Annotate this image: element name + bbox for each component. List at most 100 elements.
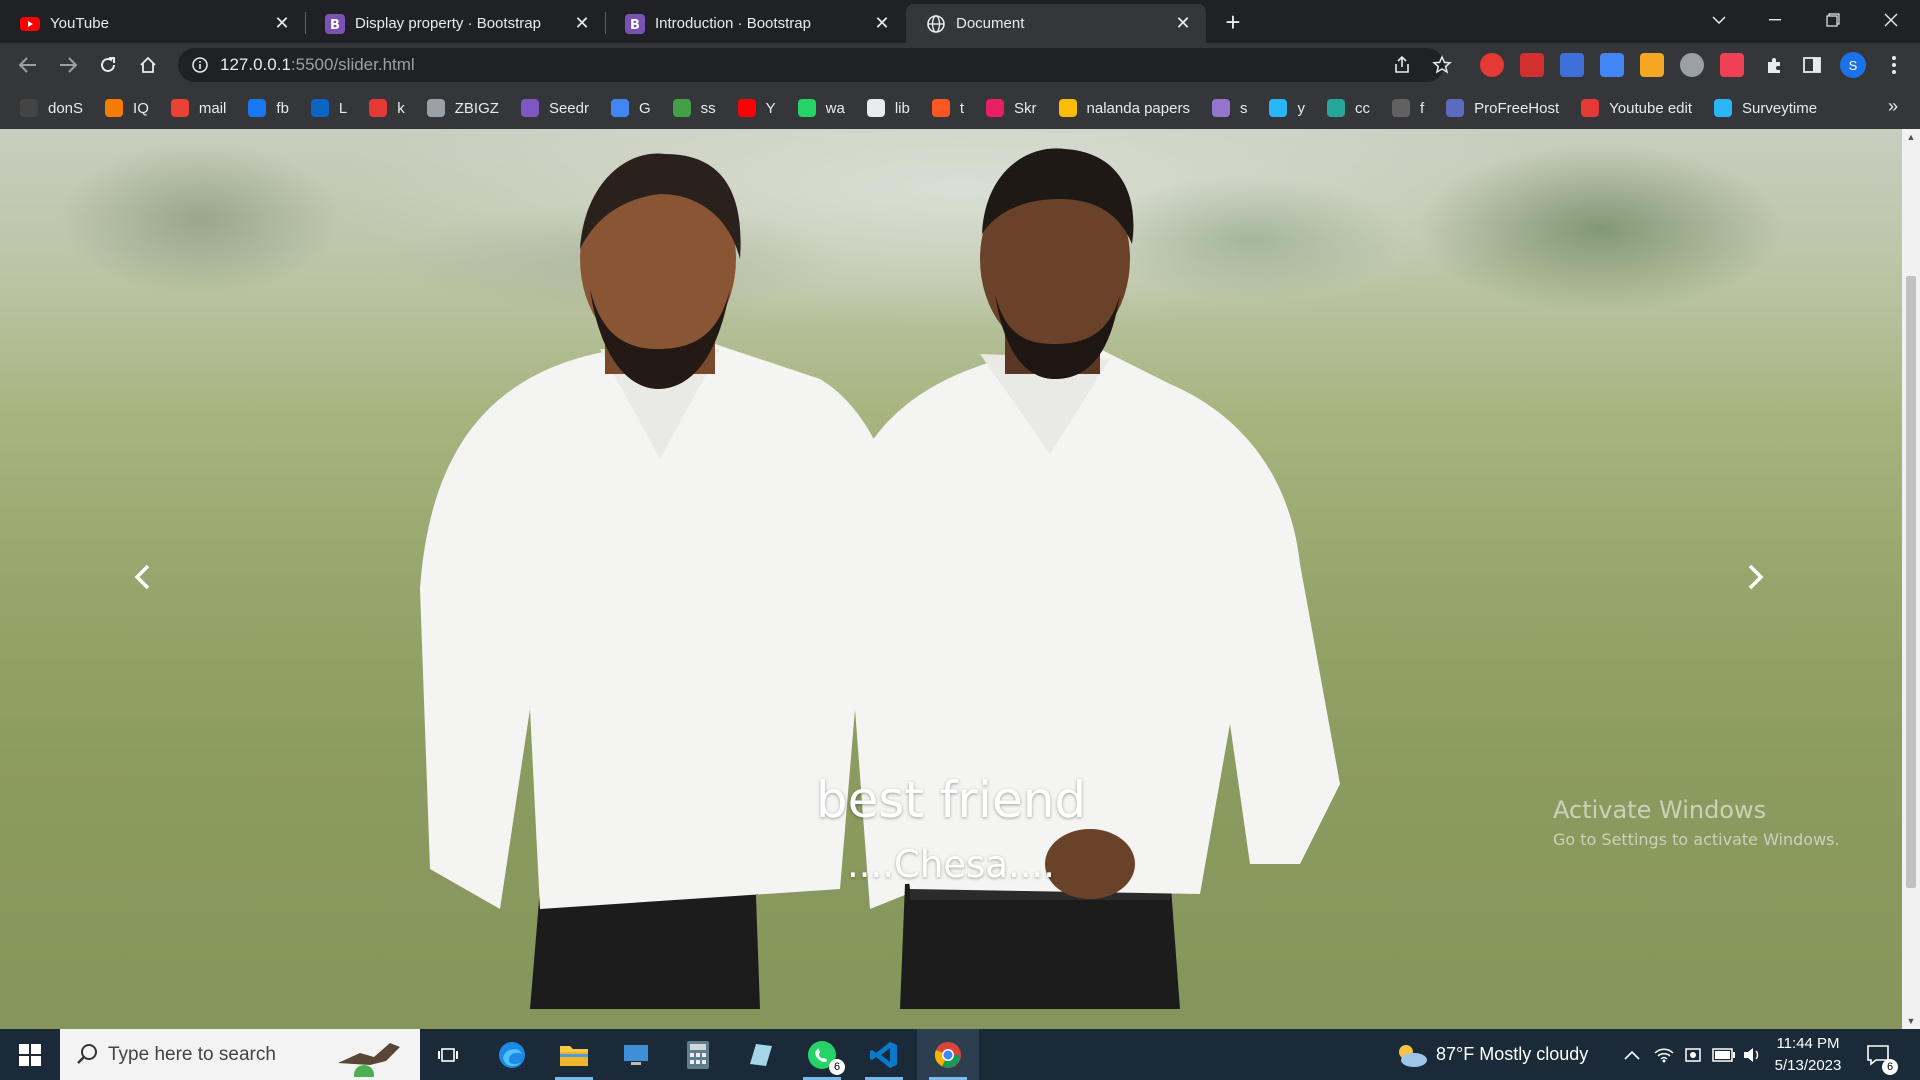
start-button[interactable]: [0, 1029, 60, 1080]
bookmark-item[interactable]: s: [1211, 99, 1247, 117]
weather-widget[interactable]: 87°F Mostly cloudy: [1394, 1029, 1588, 1080]
home-button[interactable]: [132, 49, 164, 81]
close-window-button[interactable]: [1868, 4, 1914, 36]
adblock-extension-icon[interactable]: [1480, 53, 1504, 77]
close-icon[interactable]: ✕: [571, 13, 593, 35]
new-tab-button[interactable]: +: [1217, 6, 1249, 38]
bookmark-item[interactable]: G: [610, 99, 651, 117]
carousel-prev-button[interactable]: [122, 557, 162, 597]
bookmark-item[interactable]: y: [1269, 99, 1305, 117]
back-button[interactable]: [12, 49, 44, 81]
youtube-icon: [20, 14, 40, 34]
scroll-up-icon[interactable]: ▲: [1902, 129, 1920, 145]
bookmark-label: nalanda papers: [1086, 99, 1190, 117]
whatsapp-badge: 6: [829, 1059, 845, 1075]
battery-icon[interactable]: [1712, 1029, 1736, 1080]
taskbar-search-input[interactable]: Type here to search: [60, 1029, 420, 1080]
vscode-taskbar-icon[interactable]: [853, 1029, 915, 1080]
bookmark-item[interactable]: ZBIGZ: [426, 99, 499, 117]
bookmark-item[interactable]: Surveytime: [1714, 99, 1817, 117]
bookmark-item[interactable]: wa: [797, 99, 845, 117]
close-icon[interactable]: ✕: [271, 13, 293, 35]
bookmark-item[interactable]: ss: [672, 99, 716, 117]
notification-center-icon[interactable]: 6: [1866, 1029, 1898, 1080]
tab-document[interactable]: Document ✕: [906, 4, 1206, 43]
notes-taskbar-icon[interactable]: [729, 1029, 791, 1080]
side-panel-icon[interactable]: [1796, 49, 1828, 81]
taskbar-clock[interactable]: 11:44 PM 5/13/2023: [1760, 1033, 1856, 1077]
drive-icon: [1058, 99, 1077, 117]
site-info-icon[interactable]: [192, 57, 208, 73]
bookmark-label: k: [397, 99, 405, 117]
bookmark-item[interactable]: ProFreeHost: [1446, 99, 1559, 117]
bookmark-item[interactable]: L: [310, 99, 347, 117]
bookmark-label: ProFreeHost: [1474, 99, 1560, 117]
bookmark-item[interactable]: fb: [248, 99, 289, 117]
whatsapp-taskbar-icon[interactable]: 6: [791, 1029, 853, 1080]
vpn-extension-icon[interactable]: [1680, 53, 1704, 77]
tab-introduction[interactable]: B Introduction · Bootstrap ✕: [605, 4, 905, 43]
linkedin-icon: [310, 99, 329, 117]
close-icon[interactable]: ✕: [871, 13, 893, 35]
bookmark-item[interactable]: t: [931, 99, 964, 117]
bookmark-item[interactable]: Youtube edit: [1581, 99, 1692, 117]
bookmarks-overflow-icon[interactable]: »: [1888, 96, 1898, 117]
tab-youtube[interactable]: YouTube ✕: [0, 4, 305, 43]
slide-caption-subtitle: ....Chesa....: [846, 843, 1056, 886]
meet-now-icon[interactable]: [1684, 1029, 1702, 1080]
file-explorer-taskbar-icon[interactable]: [543, 1029, 605, 1080]
chrome-taskbar-icon[interactable]: [917, 1029, 979, 1080]
minimize-button[interactable]: [1752, 4, 1798, 36]
bookmark-item[interactable]: Y: [737, 99, 776, 117]
task-view-button[interactable]: [418, 1029, 480, 1080]
show-hidden-icons-chevron-icon[interactable]: [1624, 1029, 1640, 1080]
extensions-puzzle-icon[interactable]: [1758, 49, 1790, 81]
restore-button[interactable]: [1810, 4, 1856, 36]
profile-avatar[interactable]: S: [1840, 52, 1866, 78]
bookmark-label: ss: [700, 99, 716, 117]
wifi-icon[interactable]: [1654, 1029, 1674, 1080]
edge-taskbar-icon[interactable]: [481, 1029, 543, 1080]
scroll-down-icon[interactable]: ▼: [1902, 1013, 1920, 1029]
whatsapp-icon: [797, 99, 816, 117]
bookmark-item[interactable]: k: [369, 99, 405, 117]
bookmark-item[interactable]: IQ: [105, 99, 149, 117]
calculator-taskbar-icon[interactable]: [667, 1029, 729, 1080]
close-icon[interactable]: ✕: [1172, 13, 1194, 35]
bookmark-item[interactable]: lib: [866, 99, 910, 117]
url-path: :5500/slider.html: [290, 55, 415, 74]
bookmark-item[interactable]: donS: [20, 99, 83, 117]
page-scrollbar[interactable]: ▲ ▼: [1902, 129, 1920, 1029]
tab-search-chevron-icon[interactable]: [1696, 4, 1742, 36]
tab-display-property[interactable]: B Display property · Bootstrap ✕: [305, 4, 605, 43]
pocket-extension-icon[interactable]: [1720, 53, 1744, 77]
tab-title: Document: [956, 15, 1025, 32]
remote-desktop-taskbar-icon[interactable]: [605, 1029, 667, 1080]
bookmark-item[interactable]: nalanda papers: [1058, 99, 1190, 117]
save-extension-icon[interactable]: [1560, 53, 1584, 77]
video-extension-icon[interactable]: [1520, 53, 1544, 77]
cloud-icon: [426, 99, 445, 117]
bookmark-label: y: [1297, 99, 1305, 117]
bookmark-item[interactable]: cc: [1326, 99, 1370, 117]
bookmark-item[interactable]: mail: [170, 99, 226, 117]
menu-kebab-icon[interactable]: [1878, 49, 1910, 81]
bookmark-label: lib: [894, 99, 910, 117]
forward-button[interactable]: [52, 49, 84, 81]
bookmark-star-icon[interactable]: [1426, 49, 1458, 81]
scrollbar-thumb[interactable]: [1906, 276, 1916, 888]
bookmark-label: Seedr: [548, 99, 589, 117]
address-bar[interactable]: 127.0.0.1:5500/slider.html: [178, 48, 1444, 82]
volume-icon[interactable]: [1742, 1029, 1762, 1080]
carousel-next-button[interactable]: [1736, 557, 1776, 597]
share-icon[interactable]: [1386, 49, 1418, 81]
honey-extension-icon[interactable]: [1640, 53, 1664, 77]
bookmark-item[interactable]: Skr: [986, 99, 1037, 117]
bookmark-item[interactable]: f: [1391, 99, 1424, 117]
bookmark-item[interactable]: Seedr: [520, 99, 589, 117]
translate-extension-icon[interactable]: [1600, 53, 1624, 77]
windows-taskbar: Type here to search 6 87°F Mostly cloudy: [0, 1029, 1920, 1080]
clock-time: 11:44 PM: [1776, 1035, 1840, 1052]
mask-icon: [1391, 99, 1410, 117]
reload-button[interactable]: [92, 49, 124, 81]
